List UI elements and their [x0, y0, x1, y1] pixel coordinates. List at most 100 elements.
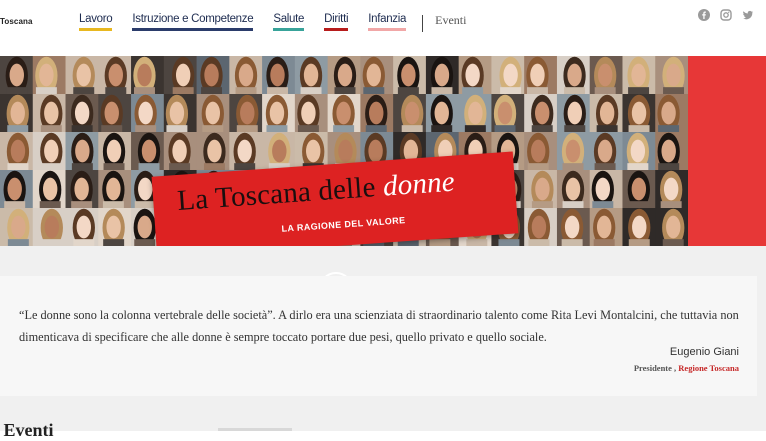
hero-title: La Toscana delle donne	[176, 166, 456, 218]
nav-underline	[368, 28, 407, 31]
portrait-tile	[556, 208, 591, 246]
portrait-tile	[655, 94, 688, 133]
portrait-tile	[589, 208, 623, 246]
nav-item-lavoro[interactable]: Lavoro	[79, 13, 113, 31]
portrait-tile	[0, 94, 34, 133]
nav-item-infanzia[interactable]: Infanzia	[368, 13, 406, 31]
portrait-tile	[360, 56, 394, 95]
portrait-tile	[98, 132, 132, 171]
portrait-tile	[262, 132, 296, 171]
portrait-tile	[0, 208, 34, 246]
portrait-tile	[229, 56, 263, 95]
nav-divider	[422, 15, 424, 32]
portrait-tile	[622, 56, 656, 95]
nav-item-label: Diritti	[324, 13, 349, 25]
nav-item-istruzione[interactable]: Istruzione e Competenze	[132, 13, 254, 31]
nav-item-label: Salute	[273, 13, 305, 25]
portrait-tile	[622, 94, 656, 133]
portrait-tile	[196, 132, 230, 171]
portrait-tile	[65, 56, 99, 95]
hero-banner: La Toscana delle donne LA RAGIONE DEL VA…	[0, 56, 766, 259]
portrait-tile	[0, 132, 34, 171]
portrait-tile	[163, 132, 198, 171]
main-nav: Lavoro Istruzione e Competenze Salute Di…	[79, 13, 466, 32]
portrait-tile	[622, 132, 656, 171]
portrait-tile	[0, 56, 34, 95]
quote-role-title: Presidente ,	[633, 363, 677, 373]
portrait-tile	[524, 208, 558, 246]
portrait-tile	[327, 94, 361, 133]
portrait-tile	[556, 94, 591, 133]
nav-item-label: Lavoro	[79, 13, 113, 25]
portrait-tile	[65, 170, 99, 209]
portrait-tile	[163, 56, 198, 95]
portrait-tile	[0, 170, 34, 209]
nav-item-eventi[interactable]: Eventi	[435, 13, 466, 28]
hero-title-emphasis: donne	[381, 165, 456, 203]
portrait-tile	[556, 56, 591, 95]
quote-text: “Le donne sono la colonna vertebrale del…	[19, 308, 739, 344]
portrait-tile	[32, 94, 67, 133]
portrait-tile	[524, 170, 558, 209]
hero-subtitle: LA RAGIONE DEL VALORE	[281, 215, 406, 234]
portrait-tile	[589, 56, 623, 95]
hero-title-main: La Toscana delle	[176, 170, 385, 217]
nav-item-diritti[interactable]: Diritti	[324, 13, 349, 31]
portrait-tile	[524, 132, 558, 171]
portrait-tile	[655, 170, 688, 209]
portrait-tile	[491, 56, 525, 95]
portrait-tile	[622, 208, 656, 246]
portrait-tile	[32, 56, 67, 95]
portrait-tile	[589, 132, 623, 171]
portrait-tile	[32, 132, 67, 171]
nav-item-salute[interactable]: Salute	[273, 13, 304, 31]
portrait-tile	[32, 208, 67, 246]
portrait-tile	[65, 94, 99, 133]
portrait-tile	[65, 208, 99, 246]
twitter-icon[interactable]	[742, 9, 754, 21]
portrait-tile	[98, 208, 132, 246]
portrait-tile	[425, 56, 460, 95]
site-header: Toscana Lavoro Istruzione e Competenze S…	[0, 0, 766, 56]
portrait-tile	[196, 56, 230, 95]
portrait-tile	[98, 94, 132, 133]
portrait-tile	[196, 94, 230, 133]
portrait-tile	[327, 56, 361, 95]
nav-underline	[273, 28, 305, 31]
quote-organization-link[interactable]: Regione Toscana	[678, 363, 739, 373]
instagram-icon[interactable]	[720, 9, 732, 21]
portrait-tile	[360, 94, 394, 133]
portrait-tile	[458, 56, 492, 95]
portrait-tile	[262, 94, 296, 133]
quote-author-role: Presidente , Regione Toscana	[634, 363, 739, 373]
portrait-tile	[524, 94, 558, 133]
nav-underline	[79, 28, 113, 31]
portrait-tile	[655, 208, 688, 246]
portrait-tile	[98, 170, 132, 209]
site-logo[interactable]: Toscana	[0, 17, 33, 26]
portrait-tile	[556, 170, 591, 209]
portrait-tile	[393, 94, 427, 133]
portrait-tile	[425, 94, 460, 133]
portrait-tile	[589, 94, 623, 133]
portrait-tile	[556, 132, 591, 171]
facebook-icon[interactable]	[698, 9, 710, 21]
quote-author: Eugenio Giani	[669, 346, 739, 358]
portrait-tile	[622, 170, 656, 209]
portrait-tile	[491, 94, 525, 133]
portrait-tile	[655, 132, 688, 171]
nav-underline	[132, 28, 254, 31]
nav-underline	[324, 28, 349, 31]
portrait-tile	[131, 94, 165, 133]
portrait-tile	[262, 56, 296, 95]
portrait-tile	[294, 56, 329, 95]
social-links	[698, 9, 754, 21]
portrait-tile	[131, 56, 165, 95]
portrait-tile	[32, 170, 67, 209]
portrait-tile	[589, 170, 623, 209]
portrait-tile	[163, 94, 198, 133]
portrait-tile	[131, 132, 165, 171]
portrait-tile	[458, 94, 492, 133]
portrait-tile	[294, 94, 329, 133]
nav-item-label: Istruzione e Competenze	[132, 13, 254, 25]
